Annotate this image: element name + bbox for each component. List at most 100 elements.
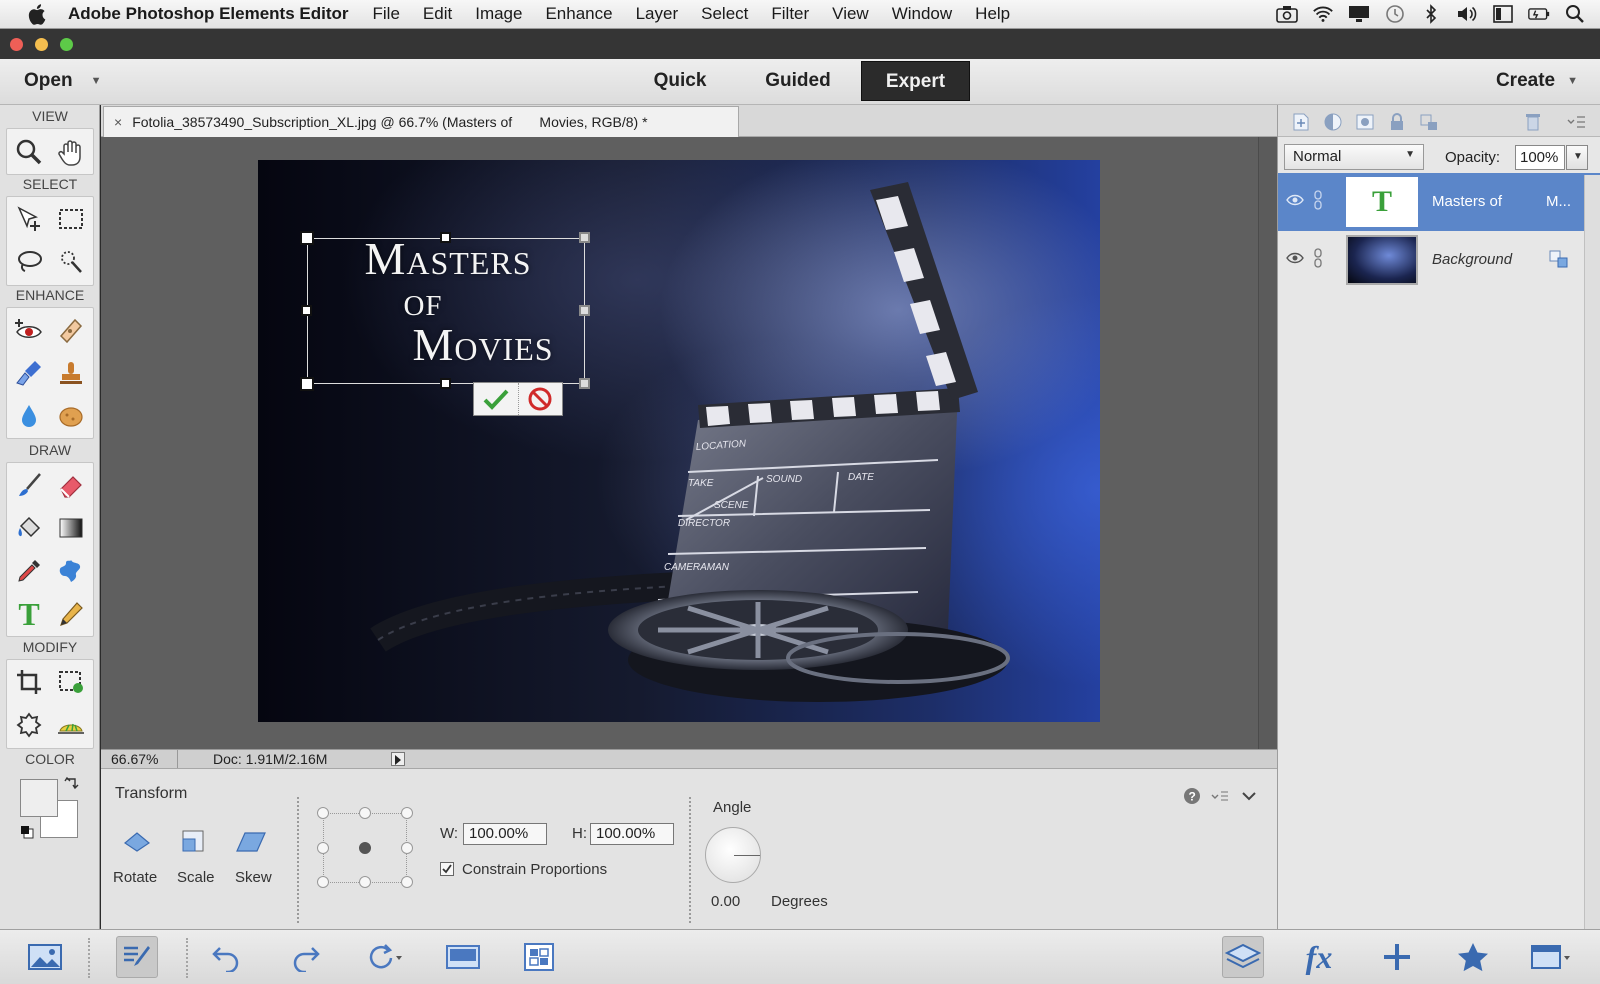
reference-point-top-right[interactable] <box>401 807 413 819</box>
swap-colors-icon[interactable] <box>64 775 80 793</box>
zoom-level[interactable]: 66.67% <box>111 751 158 767</box>
eye-icon[interactable] <box>1286 193 1304 207</box>
type-icon[interactable]: T <box>11 596 47 632</box>
bluetooth-icon[interactable] <box>1420 3 1442 25</box>
create-button[interactable]: Create ▼ <box>1496 70 1578 92</box>
organizer-icon[interactable] <box>518 936 560 978</box>
photo-bin-icon[interactable] <box>24 936 66 978</box>
menu-window[interactable]: Window <box>892 4 952 24</box>
new-layer-icon[interactable] <box>1290 111 1312 133</box>
layer-mask-icon[interactable] <box>1354 111 1376 133</box>
document-tab[interactable]: × Fotolia_38573490_Subscription_XL.jpg @… <box>103 106 739 137</box>
clock-icon[interactable] <box>1384 3 1406 25</box>
apple-menu-icon[interactable] <box>24 3 52 25</box>
menu-filter[interactable]: Filter <box>771 4 809 24</box>
gradient-icon[interactable] <box>53 510 89 546</box>
tab-expert[interactable]: Expert <box>861 61 970 101</box>
link-icon[interactable] <box>1313 190 1323 210</box>
rotate-mode-label[interactable]: Rotate <box>113 869 157 886</box>
move-icon[interactable] <box>11 201 47 237</box>
constrain-proportions-checkbox[interactable] <box>440 862 454 876</box>
close-window-button[interactable] <box>10 38 23 51</box>
reference-point-left[interactable] <box>317 842 329 854</box>
paint-bucket-icon[interactable] <box>11 510 47 546</box>
redo-icon[interactable] <box>284 936 326 978</box>
red-eye-icon[interactable] <box>11 312 47 348</box>
reference-point-top[interactable] <box>359 807 371 819</box>
tab-quick[interactable]: Quick <box>640 61 720 101</box>
menu-enhance[interactable]: Enhance <box>545 4 612 24</box>
transform-handle-top[interactable] <box>440 232 451 243</box>
straighten-icon[interactable] <box>53 707 89 743</box>
reference-point-bottom[interactable] <box>359 876 371 888</box>
volume-icon[interactable] <box>1456 3 1478 25</box>
height-field[interactable]: 100.00% <box>590 823 674 845</box>
quick-selection-icon[interactable] <box>53 244 89 280</box>
document-image[interactable]: LOCATION TAKE SOUND DATE SCENE DIRECTOR … <box>258 160 1100 722</box>
layer-row-text[interactable]: T Masters of M... <box>1278 173 1600 231</box>
zoom-icon[interactable] <box>11 134 47 170</box>
menu-file[interactable]: File <box>373 4 400 24</box>
brush-icon[interactable] <box>11 467 47 503</box>
spot-healing-icon[interactable] <box>53 312 89 348</box>
hand-icon[interactable] <box>53 134 89 170</box>
reference-point-top-left[interactable] <box>317 807 329 819</box>
angle-dial[interactable] <box>705 827 761 883</box>
skew-mode-icon[interactable] <box>235 825 267 857</box>
angle-value[interactable]: 0.00 <box>711 893 740 910</box>
menu-select[interactable]: Select <box>701 4 748 24</box>
smart-brush-icon[interactable] <box>11 355 47 391</box>
blend-mode-select[interactable]: Normal ▼ <box>1284 144 1424 170</box>
custom-shape-icon[interactable] <box>53 553 89 589</box>
wifi-icon[interactable] <box>1312 3 1334 25</box>
crop-icon[interactable] <box>11 664 47 700</box>
transform-handle-bottom-right[interactable] <box>579 378 590 389</box>
reference-point-bottom-left[interactable] <box>317 876 329 888</box>
lasso-icon[interactable] <box>11 244 47 280</box>
open-button[interactable]: Open ▼ <box>24 70 101 92</box>
undo-icon[interactable] <box>206 936 248 978</box>
effects-icon[interactable]: fx <box>1298 936 1340 978</box>
help-icon[interactable]: ? <box>1183 787 1201 805</box>
menu-layer[interactable]: Layer <box>636 4 679 24</box>
scale-mode-label[interactable]: Scale <box>177 869 215 886</box>
scale-mode-icon[interactable] <box>177 825 209 857</box>
display-icon[interactable] <box>1348 3 1370 25</box>
transform-handle-top-left[interactable] <box>300 231 314 245</box>
pencil-icon[interactable] <box>53 596 89 632</box>
menu-view[interactable]: View <box>832 4 869 24</box>
minimize-window-button[interactable] <box>35 38 48 51</box>
foreground-color-swatch[interactable] <box>20 779 58 817</box>
width-field[interactable]: 100.00% <box>463 823 547 845</box>
camera-icon[interactable] <box>1276 3 1298 25</box>
adjustment-layer-icon[interactable] <box>1322 111 1344 133</box>
delete-layer-icon[interactable] <box>1522 111 1544 133</box>
eye-icon[interactable] <box>1286 251 1304 265</box>
more-icon[interactable] <box>1530 936 1572 978</box>
opacity-dropdown-button[interactable]: ▼ <box>1566 145 1588 170</box>
blur-icon[interactable] <box>11 398 47 434</box>
battery-icon[interactable] <box>1528 3 1550 25</box>
eyedropper-icon[interactable] <box>11 553 47 589</box>
opacity-field[interactable]: 100% <box>1515 145 1565 170</box>
default-colors-icon[interactable] <box>20 825 34 839</box>
layer-row-background[interactable]: Background <box>1278 231 1600 289</box>
lock-all-icon[interactable] <box>1386 111 1408 133</box>
content-aware-move-icon[interactable] <box>11 707 47 743</box>
constrain-proportions-label[interactable]: Constrain Proportions <box>462 861 607 878</box>
reference-point-bottom-right[interactable] <box>401 876 413 888</box>
add-icon[interactable] <box>1376 936 1418 978</box>
menu-edit[interactable]: Edit <box>423 4 452 24</box>
layout-icon[interactable] <box>442 936 484 978</box>
layers-panel-menu-icon[interactable] <box>1566 111 1588 133</box>
transform-handle-top-right[interactable] <box>579 232 590 243</box>
transform-handle-left[interactable] <box>301 305 312 316</box>
tool-options-icon[interactable] <box>116 936 158 978</box>
commit-transform-button[interactable] <box>474 383 518 415</box>
lock-transparent-icon[interactable] <box>1418 111 1440 133</box>
link-icon[interactable] <box>1313 248 1323 268</box>
transform-handle-bottom-left[interactable] <box>300 377 314 391</box>
menu-help[interactable]: Help <box>975 4 1010 24</box>
eraser-icon[interactable] <box>53 467 89 503</box>
app-name-menu[interactable]: Adobe Photoshop Elements Editor <box>68 4 349 24</box>
